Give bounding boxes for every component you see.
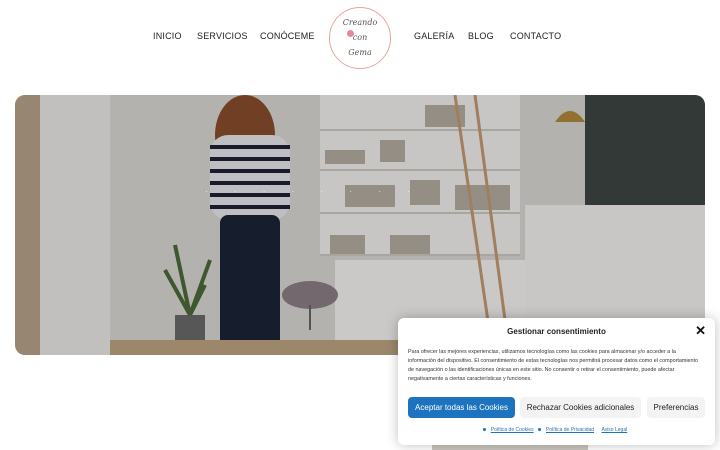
nav-item-galeria[interactable]: GALERÍA: [414, 31, 454, 41]
cookie-consent-panel: Gestionar consentimiento ✕ Para ofrecer …: [398, 318, 715, 445]
nav-item-contacto[interactable]: CONTACTO: [510, 31, 561, 41]
cookie-title: Gestionar consentimiento: [507, 327, 606, 336]
image-strip: [432, 445, 588, 450]
nav-item-servicios[interactable]: SERVICIOS: [197, 31, 248, 41]
nav-item-blog[interactable]: BLOG: [468, 31, 494, 41]
nav-item-conoceme[interactable]: CONÓCEME: [260, 31, 315, 41]
hero-headline: · · · · · · · ·: [205, 187, 422, 196]
legal-notice-link[interactable]: Aviso Legal: [601, 427, 627, 433]
hero-image: [15, 95, 705, 355]
close-icon[interactable]: ✕: [695, 323, 706, 339]
bullet-icon: [537, 428, 541, 432]
accept-all-button[interactable]: Aceptar todas las Cookies: [408, 397, 515, 418]
cookie-description: Para ofrecer las mejores experiencias, u…: [408, 349, 699, 382]
main-navigation: INICIO SERVICIOS CONÓCEME Creando con Ge…: [0, 0, 720, 75]
logo-text-line3: Gema: [348, 48, 372, 57]
hero-banner: · · · · · · · ·: [15, 95, 705, 355]
nav-item-inicio[interactable]: INICIO: [153, 31, 182, 41]
logo-text-line1: Creando: [342, 18, 378, 27]
reject-additional-button[interactable]: Rechazar Cookies adicionales: [520, 397, 641, 418]
logo-text-line2: con: [352, 33, 368, 42]
bullet-icon: [482, 428, 486, 432]
preferences-button[interactable]: Preferencias: [647, 397, 705, 418]
privacy-policy-link[interactable]: Política de Privacidad: [546, 427, 594, 433]
cookie-policy-link[interactable]: Política de Cookies: [491, 427, 534, 433]
site-logo[interactable]: Creando con Gema: [329, 7, 391, 69]
cookie-links: Política de Cookies Política de Privacid…: [398, 427, 715, 433]
